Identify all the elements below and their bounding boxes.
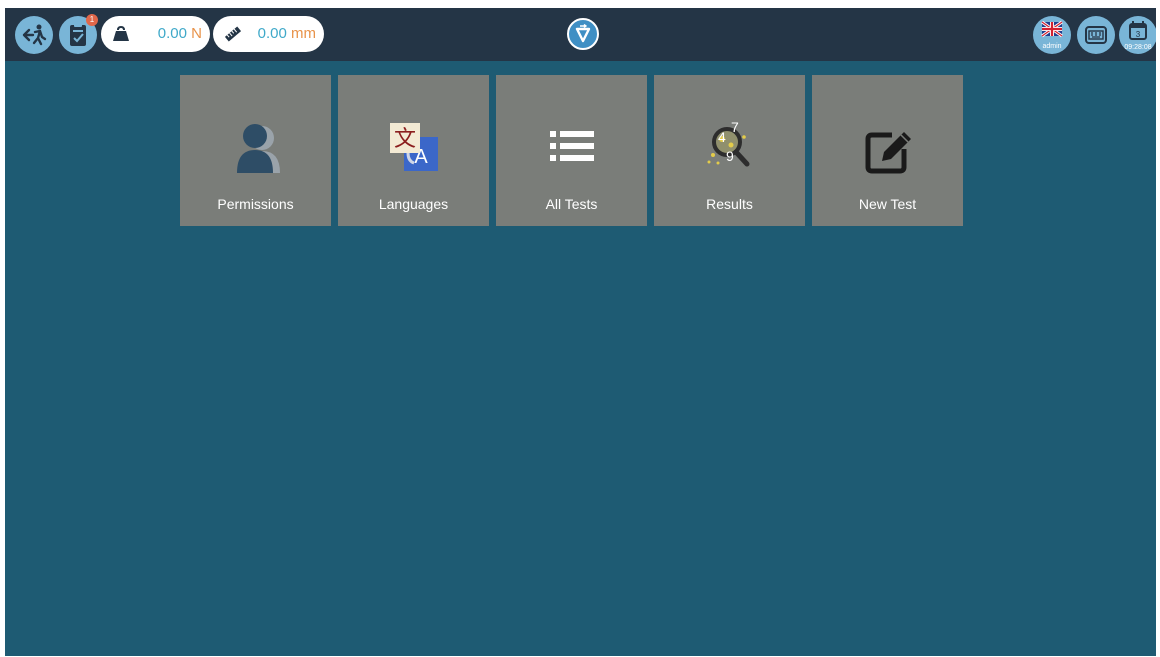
user-label: admin: [1042, 43, 1061, 50]
keyboard-button[interactable]: [1077, 16, 1115, 54]
search-results-icon: 4 7 9: [707, 119, 749, 167]
tile-label: Permissions: [217, 196, 294, 212]
tile-label: All Tests: [545, 196, 598, 212]
position-display[interactable]: 0.00 mm: [213, 16, 324, 52]
notification-badge: 1: [86, 14, 98, 26]
tile-label: Languages: [378, 196, 449, 212]
checklist-button[interactable]: 1: [59, 14, 98, 54]
app-window: 1 0.00 N 0.00 mm admin 3 09:28:08 Permis…: [5, 8, 1156, 656]
logo-icon: [575, 24, 591, 43]
calendar-day: 3: [1136, 30, 1141, 39]
tile-label: Results: [706, 196, 753, 212]
force-readout: 0.00 N: [158, 16, 202, 52]
edit-icon: [865, 132, 911, 174]
ruler-icon: [224, 26, 242, 42]
top-bar: 1 0.00 N 0.00 mm admin 3 09:28:08: [5, 8, 1156, 61]
list-icon: [549, 131, 594, 161]
force-value: 0.00: [157, 25, 187, 42]
position-readout: 0.00 mm: [258, 16, 316, 52]
uk-flag-icon: admin: [1041, 20, 1063, 50]
tile-languages[interactable]: A 文 Languages: [338, 75, 489, 226]
tile-results[interactable]: 4 7 9 Results: [654, 75, 805, 226]
calendar-icon: 3 09:28:08: [1124, 21, 1152, 51]
tile-new-test[interactable]: New Test: [812, 75, 963, 226]
keyboard-icon: [1085, 26, 1107, 44]
calendar-button[interactable]: 3 09:28:08: [1119, 16, 1156, 54]
tile-permissions[interactable]: Permissions: [180, 75, 331, 226]
result-digit: 4: [718, 129, 726, 145]
clock-time: 09:28:08: [1124, 44, 1151, 51]
exit-run-icon: [22, 24, 47, 46]
exit-button[interactable]: [15, 16, 53, 54]
result-digit: 7: [731, 119, 739, 135]
position-value: 0.00: [257, 25, 287, 42]
tile-label: New Test: [858, 196, 917, 212]
app-logo[interactable]: [567, 18, 599, 50]
tile-all-tests[interactable]: All Tests: [496, 75, 647, 226]
force-display[interactable]: 0.00 N: [101, 16, 210, 52]
result-digit: 9: [726, 148, 734, 164]
translate-icon: A 文: [389, 123, 438, 171]
force-unit: N: [191, 25, 202, 42]
language-button[interactable]: admin: [1033, 16, 1071, 54]
clipboard-check-icon: [70, 23, 86, 46]
weight-icon: [113, 25, 129, 41]
position-unit: mm: [291, 25, 316, 42]
svg-text:文: 文: [393, 127, 415, 152]
users-icon: [236, 124, 280, 173]
